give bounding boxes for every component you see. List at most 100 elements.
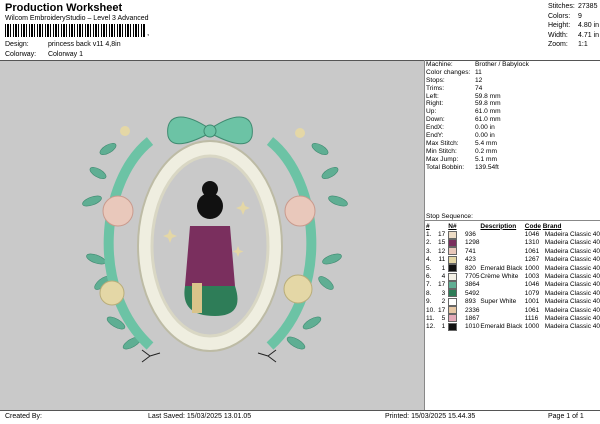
color-swatch [448, 247, 458, 256]
info-label: Max Stitch: [426, 139, 459, 147]
thread-brand: Madeira Classic 40 [544, 256, 600, 264]
thread-number: 893 [465, 298, 476, 306]
thread-code: 1046 [524, 281, 540, 289]
thread-number: 741 [465, 247, 476, 255]
color-swatch [448, 272, 458, 281]
divider [0, 410, 600, 411]
info-value: 59.8 mm [475, 92, 501, 100]
table-header-row: # N# Description Code Brand [426, 222, 600, 230]
color-swatch [448, 255, 458, 264]
needle-number: 1 [441, 323, 446, 331]
needle-number: 1 [441, 264, 446, 272]
info-value: 139.54ft [475, 163, 499, 171]
color-swatch [448, 289, 458, 298]
needle-number: 15 [438, 239, 446, 247]
thread-code: 1000 [524, 323, 540, 331]
info-label: Machine: [426, 61, 453, 68]
thread-code: 1000 [524, 264, 540, 272]
row-number: 10. [426, 306, 436, 314]
row-number: 12. [426, 323, 436, 331]
col-header: Brand [542, 222, 562, 230]
table-row: 11. 5 1867 1116 Madeira Classic 40 [426, 314, 600, 323]
colorway-row: Colorway: Colorway 1 [5, 51, 83, 58]
thread-brand: Madeira Classic 40 [544, 289, 600, 297]
table-row: 4. 11 423 1267 Madeira Classic 40 [426, 255, 600, 264]
color-swatch [448, 306, 458, 315]
embroidery-design-image [82, 116, 348, 363]
thread-brand: Madeira Classic 40 [544, 239, 600, 247]
info-label: Right: [426, 100, 444, 108]
info-value: 12 [475, 76, 483, 84]
info-value: 61.0 mm [475, 108, 501, 116]
info-value: 0.00 in [475, 132, 495, 140]
thread-brand: Madeira Classic 40 [544, 273, 600, 281]
thread-description: Emerald Black [480, 264, 523, 272]
table-row: 5. 1 820 Emerald Black 1000 Madeira Classic 4… [426, 264, 600, 273]
barcode [5, 24, 145, 37]
color-swatch [448, 280, 458, 289]
row-number: 3. [426, 247, 432, 255]
swatch-cell [448, 306, 465, 315]
row-number: 6. [426, 273, 432, 281]
thread-code: 1003 [524, 273, 540, 281]
thread-brand: Madeira Classic 40 [544, 264, 600, 272]
design-label: Design: [5, 41, 29, 48]
info-label: Max Jump: [426, 155, 459, 163]
needle-number: 17 [438, 306, 446, 314]
color-swatch [448, 297, 458, 306]
row-number: 1. [426, 231, 432, 239]
needle-number: 4 [441, 273, 446, 281]
needle-number: 3 [441, 289, 446, 297]
row-number: 9. [426, 298, 432, 306]
thread-number: 936 [465, 231, 476, 239]
thread-description: Super White [480, 298, 517, 306]
thread-code: 1116 [524, 314, 539, 322]
swatch-cell [448, 314, 465, 323]
stat-value: 1:1 [578, 41, 588, 49]
table-row: 3. 12 741 1061 Madeira Classic 40 [426, 247, 600, 256]
divider [424, 220, 600, 221]
thread-number: 7705 [465, 273, 480, 281]
thread-number: 820 [465, 264, 476, 272]
stop-sequence-title: Stop Sequence: [426, 213, 473, 220]
created-by: Created By: [5, 413, 42, 420]
divider [424, 60, 425, 410]
thread-description [480, 306, 524, 314]
info-value: 5.1 mm [475, 155, 497, 163]
needle-number: 12 [438, 247, 446, 255]
printed-date: Printed: 15/03/2025 15.44.35 [385, 413, 476, 420]
row-number: 5. [426, 264, 432, 272]
swatch-cell [448, 322, 465, 331]
thread-description [480, 289, 524, 297]
design-preview [0, 61, 424, 410]
swatch-cell [448, 264, 465, 273]
swatch-cell [448, 289, 465, 298]
software-subtitle: Wilcom EmbroideryStudio – Level 3 Advanc… [5, 15, 149, 22]
table-row: 6. 4 7705 Crème White 1003 Madeira Classic 40 [426, 272, 600, 281]
design-name: princess back v11 4,8in [47, 41, 121, 48]
info-value: 5.4 mm [475, 139, 497, 147]
table-row: 7. 17 3864 1046 Madeira Classic 40 [426, 280, 600, 289]
stat-label: Width: [548, 31, 568, 39]
colorway-name: Colorway 1 [47, 51, 83, 58]
thread-description [480, 247, 524, 255]
last-saved: Last Saved: 15/03/2025 13.01.05 [148, 413, 252, 420]
thread-description [480, 239, 524, 247]
swatch-cell [448, 230, 465, 239]
swatch-cell [448, 247, 465, 256]
thread-description [480, 314, 524, 322]
info-value: 61.0 mm [475, 116, 501, 124]
stat-value: 27385 [578, 3, 598, 10]
col-header: Code [524, 222, 542, 230]
needle-number: 17 [438, 231, 446, 239]
info-label: Up: [426, 108, 437, 116]
thread-number: 3864 [465, 281, 480, 289]
info-label: Stops: [426, 76, 445, 84]
swatch-cell [448, 280, 465, 289]
colorway-label: Colorway: [5, 51, 37, 58]
stat-label: Colors: [548, 12, 571, 20]
col-header: N# [448, 222, 457, 230]
thread-code: 1046 [524, 231, 540, 239]
needle-number: 5 [441, 314, 446, 322]
thread-brand: Madeira Classic 40 [544, 306, 600, 314]
